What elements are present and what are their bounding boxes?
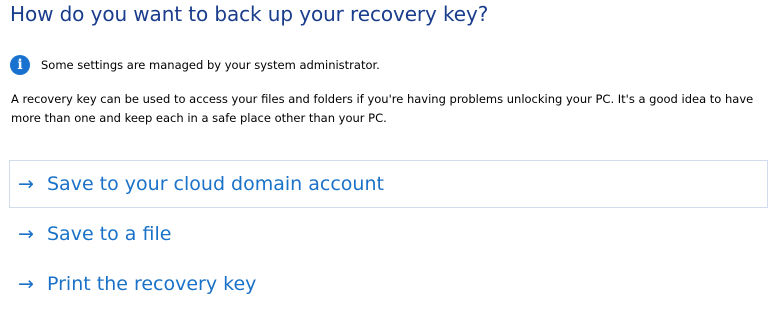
print-recovery-key-option[interactable]: → Print the recovery key bbox=[9, 260, 768, 308]
bitlocker-backup-dialog: How do you want to back up your recovery… bbox=[0, 0, 768, 309]
arrow-right-icon: → bbox=[18, 173, 34, 195]
recovery-key-description: A recovery key can be used to access you… bbox=[11, 92, 754, 125]
admin-notice-text: Some settings are managed by your system… bbox=[41, 58, 380, 72]
admin-notice: i Some settings are managed by your syst… bbox=[10, 55, 380, 75]
option-label: Print the recovery key bbox=[47, 273, 257, 295]
option-label: Save to a file bbox=[47, 223, 172, 245]
page-title: How do you want to back up your recovery… bbox=[10, 2, 489, 26]
save-to-file-option[interactable]: → Save to a file bbox=[9, 210, 768, 258]
arrow-right-icon: → bbox=[18, 273, 34, 295]
save-to-cloud-domain-account-option[interactable]: → Save to your cloud domain account bbox=[9, 160, 768, 208]
info-icon: i bbox=[10, 55, 30, 75]
arrow-right-icon: → bbox=[18, 223, 34, 245]
option-label: Save to your cloud domain account bbox=[47, 173, 384, 195]
